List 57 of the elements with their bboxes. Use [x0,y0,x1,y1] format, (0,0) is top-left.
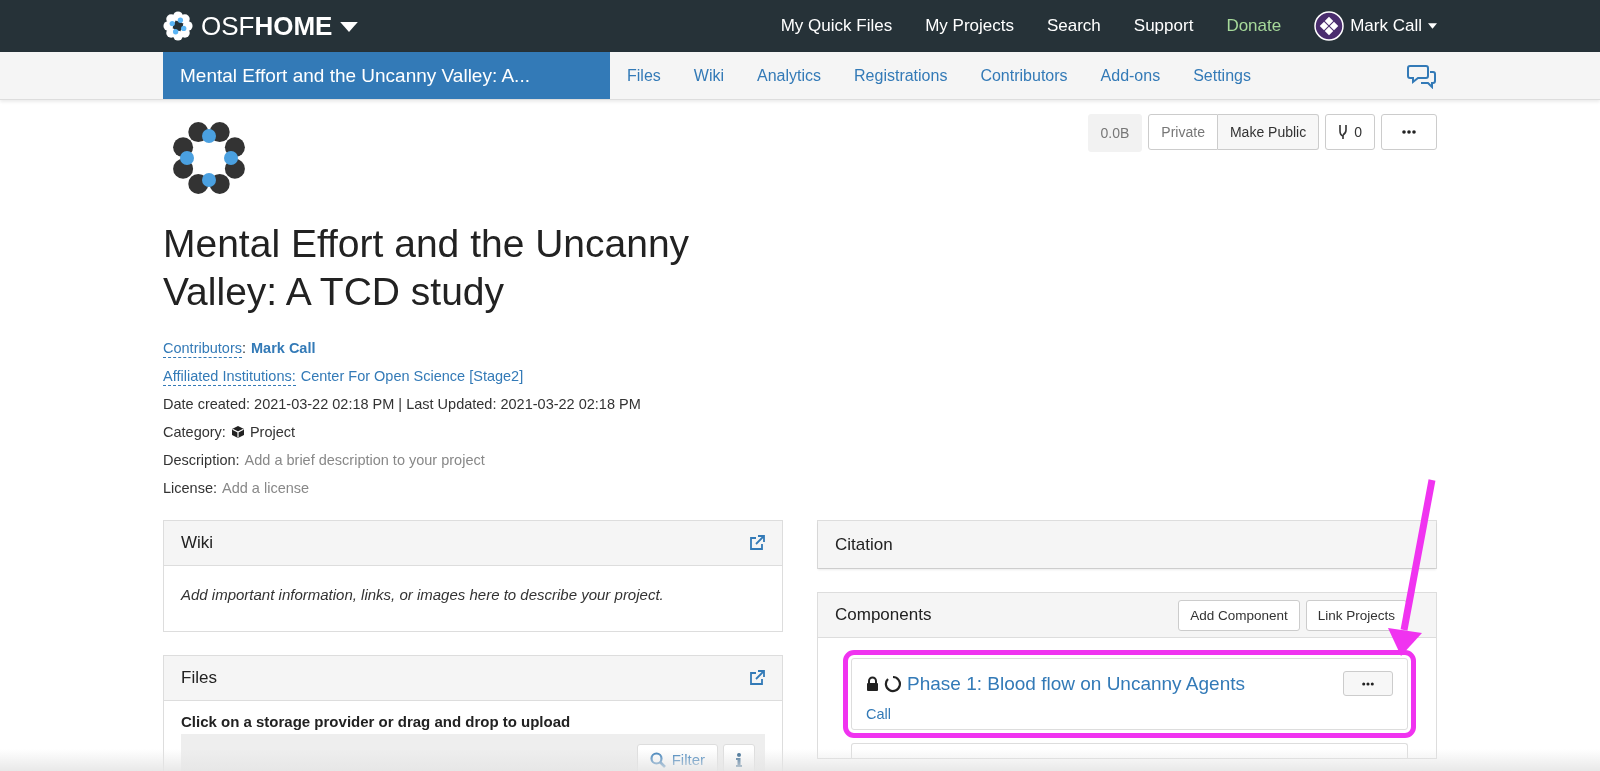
contributor-link[interactable]: Call [866,706,891,722]
wiki-placeholder-text: Add important information, links, or images here to describe your project. [179,585,665,605]
make-public-button[interactable]: Make Public [1217,114,1320,150]
project-nav-link[interactable]: Wiki [693,66,724,85]
description-label: Description: [163,451,240,470]
project-nav-link[interactable]: Registrations [854,66,948,85]
info-button[interactable] [723,744,755,771]
caret-icon[interactable] [340,20,359,32]
project-nav-link[interactable]: Files [627,66,661,85]
license-link[interactable]: Add a license [222,474,310,502]
nav-link[interactable]: My Quick Files [780,16,893,36]
license-label: License: [163,479,217,498]
upload-hint: Click on a storage provider or drag and drop to upload [181,713,572,730]
privacy-button[interactable]: Private [1148,114,1218,150]
description-link[interactable]: Add a brief description to your project [244,446,485,474]
cube-icon [230,425,245,439]
external-link-icon[interactable] [749,535,765,551]
loading-spinner-icon [884,674,902,693]
avatar-icon [1314,11,1345,41]
panel-title: Citation [835,534,893,555]
institution-link[interactable]: Center For Open Science [Stage2] [300,362,524,390]
component-title-link[interactable]: Phase 1: Blood flow on Uncanny Agents [907,672,1245,695]
dates-text: Date created: 2021-03-22 02:18 PM | Last Updated: 2021-03-22 02:18 PM [163,395,641,414]
search-icon [649,751,666,768]
category-value: Project [249,423,295,442]
component-action-button[interactable]: Link Projects [1305,599,1407,631]
info-icon [736,752,742,767]
project-title-tab[interactable]: Mental Effort and the Uncanny Valley: A... [163,52,610,99]
category-label: Category: [163,423,226,442]
comments-icon[interactable] [1407,62,1437,89]
panel-title: Components [835,605,932,625]
more-icon [1362,681,1374,686]
nav-link[interactable]: Donate [1226,16,1282,36]
nav-link[interactable]: Search [1046,16,1101,36]
component-action-button[interactable]: Add Component [1178,599,1300,631]
contributors-link[interactable]: Contributors [163,338,242,358]
more-icon [1402,130,1416,134]
brand-name[interactable]: OSFHOME [201,10,333,42]
storage-size: 0.0B [1087,114,1143,152]
project-title: Mental Effort and the Uncanny Valley: A TCD study [163,221,691,315]
panel-title: Files [181,668,217,688]
project-nav-link[interactable]: Analytics [757,66,822,85]
external-link-icon[interactable] [749,670,765,686]
nav-link[interactable]: My Projects [925,16,1014,36]
project-nav-link[interactable]: Contributors [980,66,1068,85]
forks-button[interactable]: 0 [1325,114,1375,150]
fork-icon [1338,124,1349,140]
osf-logo-icon[interactable] [163,11,193,41]
affiliated-institutions-link[interactable]: Affiliated Institutions: [163,366,296,386]
contributor-link[interactable]: Mark Call [251,334,316,362]
caret-icon[interactable] [1428,23,1437,29]
label-separator: : [242,339,246,358]
project-nav-link[interactable]: Add-ons [1100,66,1161,85]
nav-link[interactable]: Support [1133,16,1194,36]
project-nav-link[interactable]: Settings [1193,66,1251,85]
user-name[interactable]: Mark Call [1350,16,1422,36]
panel-title: Wiki [181,533,214,553]
